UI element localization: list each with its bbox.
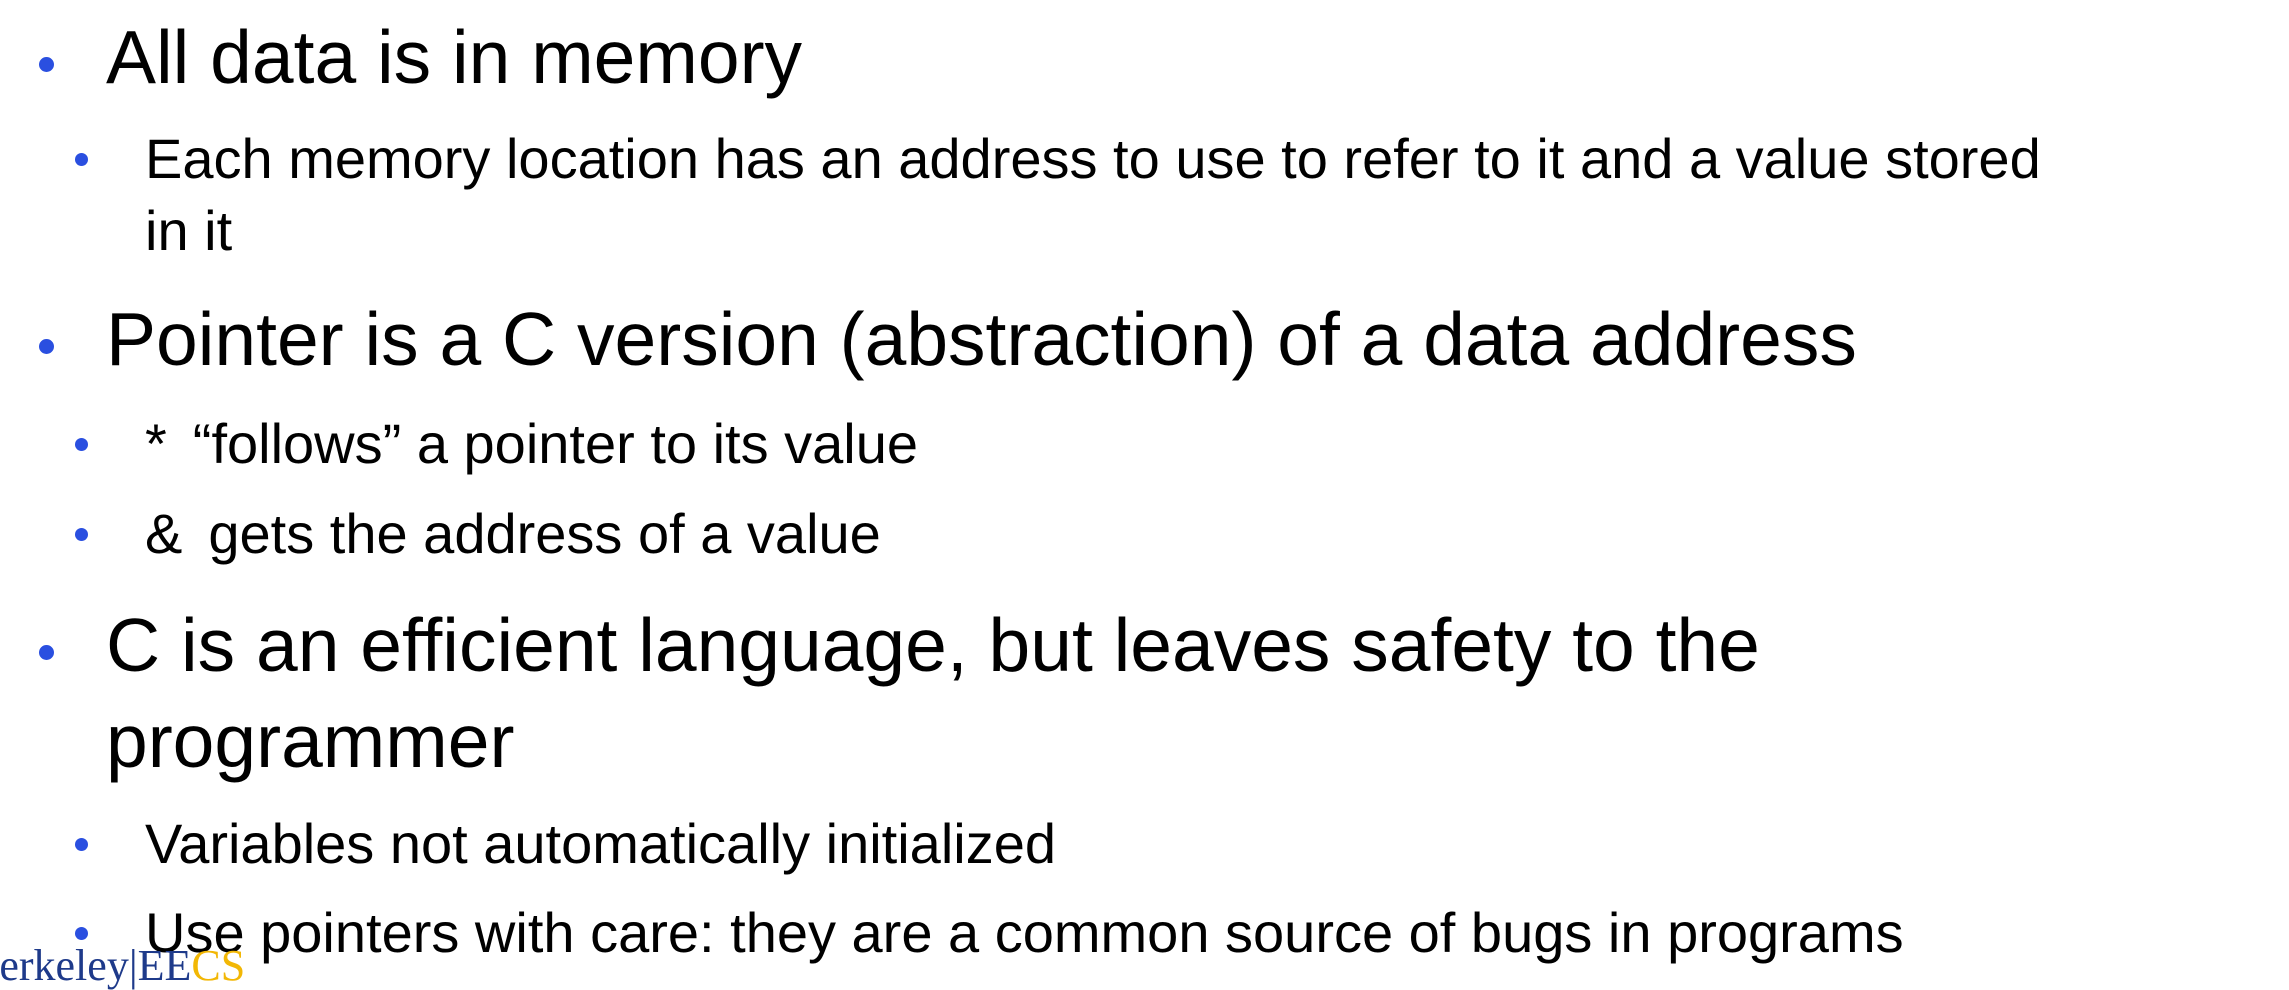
bullet-text-group: * “follows” a pointer to its value — [145, 407, 918, 481]
bullet-text: All data is in memory — [106, 15, 803, 99]
bullet-dot-icon — [39, 57, 54, 72]
bullet-dot-icon — [75, 438, 88, 451]
logo-ee: EE — [137, 941, 192, 990]
bullet-text: gets the address of a value — [208, 502, 881, 565]
bullet-text: Pointer is a C version (abstraction) of … — [106, 297, 1857, 381]
bullet-dot-icon — [75, 153, 88, 166]
bullet-text-line1: Each memory location has an address to u… — [145, 127, 2041, 190]
berkeley-eecs-logo: Berkeley|EECS — [0, 944, 245, 988]
bullet-dot-icon — [39, 645, 54, 660]
bullet-dot-icon — [75, 838, 88, 851]
bullet-dot-icon — [39, 339, 54, 354]
bullet-text-group: & gets the address of a value — [145, 497, 881, 571]
bullet-text: “follows” a pointer to its value — [192, 412, 919, 475]
bullet-text: Use pointers with care: they are a commo… — [145, 901, 1904, 964]
logo-cs: CS — [191, 941, 246, 990]
bullet-text-line2: programmer — [106, 699, 515, 783]
slide: All data is in memory Each memory locati… — [0, 0, 2289, 988]
bullet-dot-icon — [75, 528, 88, 541]
logo-separator: | — [128, 941, 138, 990]
address-of-operator: & — [145, 502, 183, 565]
bullet-text-line2: in it — [145, 199, 233, 262]
logo-berkeley: Berkeley — [0, 941, 129, 990]
bullet-text-line1: C is an efficient language, but leaves s… — [106, 603, 1760, 687]
deref-operator: * — [145, 412, 167, 475]
bullet-text: Variables not automatically initialized — [145, 812, 1056, 875]
bullet-dot-icon — [75, 927, 88, 940]
